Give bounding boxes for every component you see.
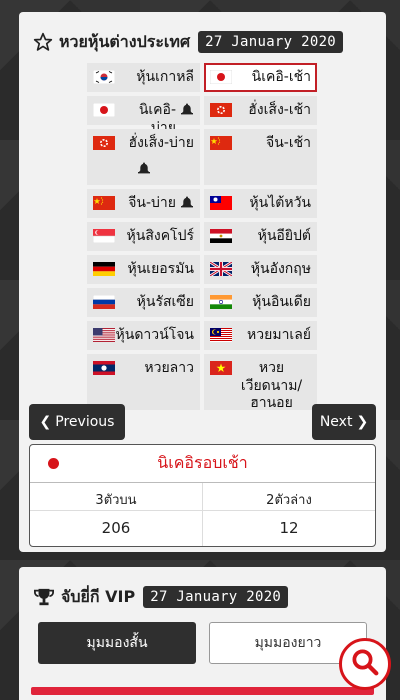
market-label: จีน-เช้า <box>266 135 311 151</box>
market-label: หวยลาว <box>144 360 194 376</box>
card-header: หวยหุ้นต่างประเทศ 27 January 2020 <box>19 12 386 56</box>
result-table: นิเคอิรอบเช้า 3ตัวบน 206 2ตัวล่าง 12 <box>29 444 376 547</box>
uk-flag-icon <box>210 262 232 276</box>
market-label: จีน-บ่าย <box>128 195 176 211</box>
result-title: นิเคอิรอบเช้า <box>157 453 248 472</box>
date-badge: 27 January 2020 <box>143 586 289 608</box>
result-value: 206 <box>101 519 131 537</box>
market-label: ฮั่งเส็ง-เช้า <box>248 102 311 118</box>
result-value: 12 <box>279 519 299 537</box>
egypt-flag-icon <box>210 229 232 243</box>
malaysia-flag-icon <box>210 328 232 342</box>
result-col-3top: 3ตัวบน 206 <box>30 483 202 546</box>
market-label: หุ้นอียิปต์ <box>257 228 311 244</box>
bell-icon <box>137 162 151 177</box>
pagination: ❮ Previous Next ❯ <box>29 404 376 440</box>
market-item[interactable]: หุ้นอียิปต์ <box>204 222 317 251</box>
market-item[interactable]: นิเคอิ-บ่าย <box>87 96 200 136</box>
china-flag-icon <box>210 136 232 150</box>
card-header: จับยี่กี VIP 27 January 2020 <box>19 567 386 611</box>
market-label: หุ้นเกาหลี <box>136 69 194 85</box>
india-flag-icon <box>210 295 232 309</box>
market-label: หุ้นเยอรมัน <box>127 261 194 277</box>
search-icon <box>350 647 380 681</box>
market-label: นิเคอิ-เช้า <box>251 69 311 85</box>
previous-label: Previous <box>55 414 115 430</box>
market-item[interactable]: หุ้นเกาหลี <box>87 63 200 92</box>
market-item[interactable]: หวยลาว <box>87 354 200 410</box>
market-label: หุ้นสิงคโปร์ <box>126 228 194 244</box>
chevron-left-icon: ❮ <box>39 414 52 430</box>
market-label: ฮั่งเส็ง-บ่าย <box>128 135 194 151</box>
next-button[interactable]: Next ❯ <box>312 404 376 440</box>
market-item[interactable]: หุ้นรัสเซีย <box>87 288 200 317</box>
market-item[interactable]: หวยมาเลย์ <box>204 321 317 350</box>
progress-bar <box>31 687 374 695</box>
trophy-icon <box>33 587 55 607</box>
market-item[interactable]: หุ้นดาวน์โจน <box>87 321 200 350</box>
result-col-2bottom: 2ตัวล่าง 12 <box>202 483 375 546</box>
market-item[interactable]: นิเคอิ-เช้า <box>204 63 317 92</box>
market-label: หุ้นอังกฤษ <box>250 261 311 277</box>
yeekee-vip-card: จับยี่กี VIP 27 January 2020 มุมมองสั้น … <box>19 567 386 700</box>
view-tabs: มุมมองสั้น มุมมองยาว <box>38 622 367 664</box>
market-item[interactable]: ฮั่งเส็ง-บ่าย <box>87 129 200 185</box>
bell-icon <box>180 103 194 118</box>
korea-flag-icon <box>93 70 115 84</box>
market-item[interactable]: จีน-เช้า <box>204 129 317 185</box>
market-label: หุ้นรัสเซีย <box>136 294 194 310</box>
market-item[interactable]: หุ้นอินเดีย <box>204 288 317 317</box>
tab-short-view[interactable]: มุมมองสั้น <box>38 622 196 664</box>
section-title: หวยหุ้นต่างประเทศ <box>59 31 191 51</box>
market-label: หุ้นไต้หวัน <box>249 195 311 211</box>
chevron-right-icon: ❯ <box>356 414 369 430</box>
market-item[interactable]: หุ้นเยอรมัน <box>87 255 200 284</box>
market-item[interactable]: ฮั่งเส็ง-เช้า <box>204 96 317 125</box>
japan-flag-icon <box>210 70 232 84</box>
market-label: หวยมาเลย์ <box>247 327 311 343</box>
bell-icon <box>180 196 194 211</box>
market-label: หุ้นอินเดีย <box>252 294 311 310</box>
previous-button[interactable]: ❮ Previous <box>29 404 125 440</box>
next-label: Next <box>319 414 353 430</box>
market-label: หุ้นดาวน์โจน <box>115 327 194 343</box>
foreign-stock-lottery-card: หวยหุ้นต่างประเทศ 27 January 2020 หุ้นเก… <box>19 12 386 552</box>
hongkong-flag-icon <box>210 103 232 117</box>
russia-flag-icon <box>93 295 115 309</box>
section-title: จับยี่กี VIP <box>61 586 136 606</box>
date-badge: 27 January 2020 <box>198 31 344 53</box>
usa-flag-icon <box>93 328 115 342</box>
market-item[interactable]: หุ้นอังกฤษ <box>204 255 317 284</box>
market-item[interactable]: หุ้นไต้หวัน <box>204 189 317 218</box>
market-grid: หุ้นเกาหลี นิเคอิ-เช้า นิเคอิ-บ่าย ฮั่งเส็ง… <box>87 63 317 414</box>
result-header: นิเคอิรอบเช้า <box>30 445 375 483</box>
search-button[interactable] <box>339 638 391 690</box>
hongkong-flag-icon <box>93 136 115 150</box>
star-icon <box>33 32 53 52</box>
vietnam-flag-icon <box>210 361 232 375</box>
result-label: 2ตัวล่าง <box>203 489 375 511</box>
laos-flag-icon <box>93 361 115 375</box>
singapore-flag-icon <box>93 229 115 243</box>
germany-flag-icon <box>93 262 115 276</box>
japan-flag-icon <box>48 458 59 469</box>
market-item[interactable]: จีน-บ่าย <box>87 189 200 218</box>
japan-flag-icon <box>93 103 115 117</box>
result-label: 3ตัวบน <box>30 489 202 511</box>
china-flag-icon <box>93 196 115 210</box>
taiwan-flag-icon <box>210 196 232 210</box>
market-item[interactable]: หุ้นสิงคโปร์ <box>87 222 200 251</box>
market-item[interactable]: หวย เวียดนาม/ฮานอย <box>204 354 317 411</box>
